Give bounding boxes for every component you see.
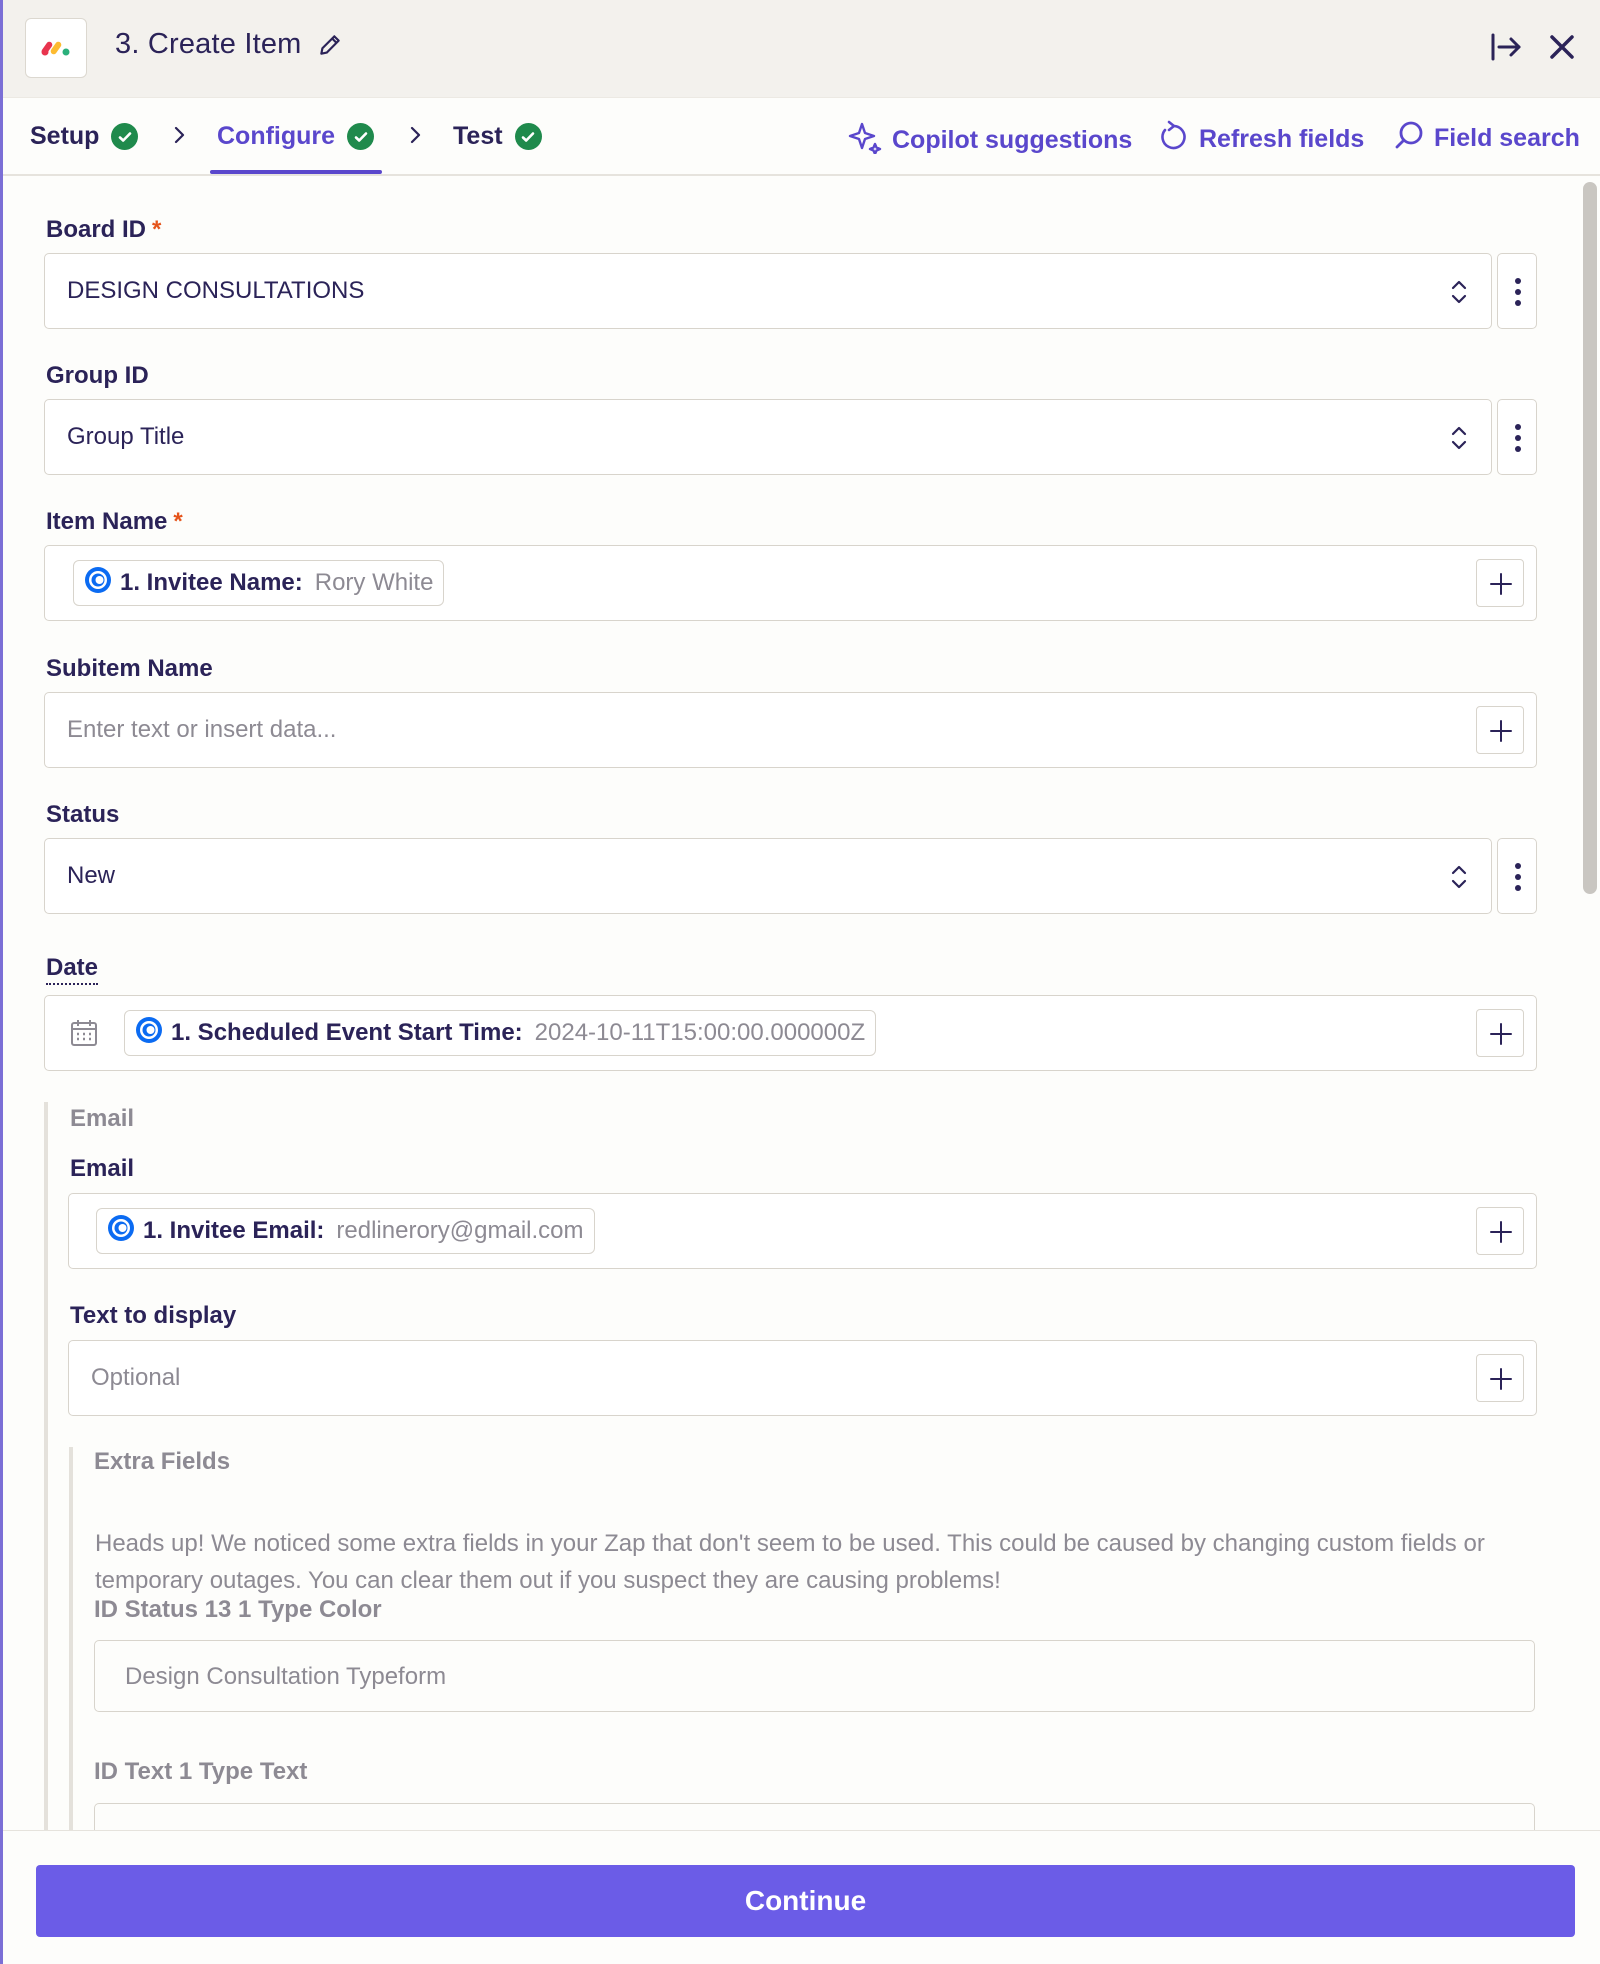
refresh-fields-button[interactable]: Refresh fields [1159,120,1364,159]
calendly-icon [135,1016,163,1051]
group-id-label: Group ID [46,362,149,389]
tab-test-label: Test [453,122,503,150]
text-to-display-label: Text to display [70,1302,237,1329]
check-circle-icon [111,123,139,150]
email-field[interactable]: 1. Invitee Email: redlinerory@gmail.com [68,1193,1537,1269]
updown-chevron-icon [1449,424,1469,457]
data-pill[interactable]: 1. Invitee Email: redlinerory@gmail.com [96,1208,595,1254]
scrollbar-thumb[interactable] [1583,182,1597,894]
calendly-icon [84,566,112,601]
required-marker: * [173,508,183,535]
data-pill[interactable]: 1. Scheduled Event Start Time: 2024-10-1… [124,1010,877,1056]
data-pill[interactable]: 1. Invitee Name: Rory White [73,560,445,606]
email-group-line [44,1102,48,1830]
refresh-fields-label: Refresh fields [1199,125,1365,153]
extra-field-1-input[interactable]: Design Consultation Typeform [94,1640,1535,1712]
tab-setup-label: Setup [30,122,100,150]
step-title: 3. Create Item [115,28,302,60]
copilot-suggestions-label: Copilot suggestions [892,126,1133,154]
insert-data-button[interactable] [1476,1354,1524,1402]
sparkle-icon [848,120,882,161]
group-id-select[interactable]: Group Title [44,399,1492,475]
status-value: New [67,862,116,889]
field-search-button[interactable]: Field search [1394,120,1580,157]
insert-data-button[interactable] [1476,1207,1524,1255]
item-name-label: Item Name * [46,508,183,535]
check-circle-icon [514,123,542,150]
copilot-suggestions-button[interactable]: Copilot suggestions [848,120,1132,161]
insert-data-button[interactable] [1476,1009,1524,1057]
extra-fields-group-line [69,1447,73,1830]
extra-field-1-value: Design Consultation Typeform [125,1663,447,1690]
subitem-name-field[interactable]: Enter text or insert data... [44,692,1537,768]
required-marker: * [152,216,162,243]
search-icon [1394,120,1424,157]
panel-footer: Continue [3,1830,1600,1964]
date-field[interactable]: 1. Scheduled Event Start Time: 2024-10-1… [44,995,1537,1071]
chevron-right-icon [405,122,425,153]
continue-button[interactable]: Continue [36,1865,1575,1937]
active-tab-indicator [210,170,382,174]
extra-fields-title: Extra Fields [94,1448,231,1475]
text-to-display-placeholder: Optional [91,1364,181,1391]
check-circle-icon [347,123,375,150]
extra-field-2-label: ID Text 1 Type Text [94,1758,308,1785]
step-panel: 3. Create Item Setup Configure Test Copi… [0,0,1600,1964]
insert-data-button[interactable] [1476,559,1524,607]
collapse-panel-icon[interactable] [1489,30,1523,69]
subitem-name-placeholder: Enter text or insert data... [67,716,337,743]
calendly-icon [107,1214,135,1249]
tab-configure-label: Configure [217,122,336,150]
group-id-value: Group Title [67,423,185,450]
panel-header: 3. Create Item [3,0,1600,98]
refresh-icon [1159,120,1189,159]
tab-setup[interactable]: Setup [30,122,139,151]
close-icon[interactable] [1545,30,1579,69]
extra-field-1-label: ID Status 13 1 Type Color [94,1596,382,1623]
chevron-right-icon [169,122,189,153]
board-id-label: Board ID * [46,216,162,243]
tab-configure[interactable]: Configure [217,122,375,151]
calendar-icon [69,1018,99,1053]
tab-test[interactable]: Test [453,122,542,151]
status-select[interactable]: New [44,838,1492,914]
status-label: Status [46,801,120,828]
step-tabs: Setup Configure Test Copilot suggestions… [3,98,1600,176]
extra-fields-note: Heads up! We noticed some extra fields i… [95,1530,1485,1594]
board-id-more-menu[interactable] [1497,253,1537,329]
board-id-select[interactable]: DESIGN CONSULTATIONS [44,253,1492,329]
field-search-label: Field search [1434,124,1580,152]
date-label: Date [46,954,99,985]
text-to-display-field[interactable]: Optional [68,1340,1537,1416]
item-name-field[interactable]: 1. Invitee Name: Rory White [44,545,1537,621]
group-id-more-menu[interactable] [1497,399,1537,475]
email-label: Email [70,1155,135,1182]
monday-app-icon [25,18,87,78]
email-group-title: Email [70,1105,135,1132]
updown-chevron-icon [1449,278,1469,311]
pencil-icon[interactable] [317,32,343,63]
board-id-value: DESIGN CONSULTATIONS [67,277,365,304]
status-more-menu[interactable] [1497,838,1537,914]
subitem-name-label: Subitem Name [46,655,213,682]
insert-data-button[interactable] [1476,706,1524,754]
updown-chevron-icon [1449,863,1469,896]
